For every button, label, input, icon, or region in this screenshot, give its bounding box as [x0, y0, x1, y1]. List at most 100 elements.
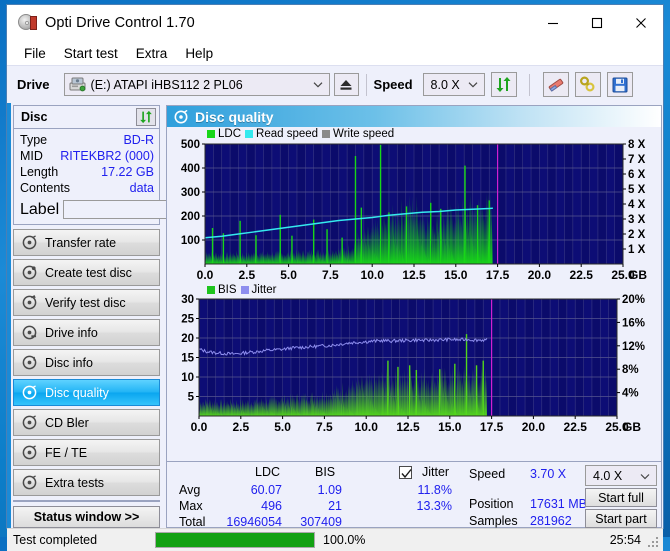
svg-text:5 X: 5 X	[628, 184, 646, 196]
jitter-checkbox[interactable]	[399, 466, 412, 479]
speed-value: 8.0 X	[431, 78, 460, 92]
svg-text:2.5: 2.5	[238, 268, 255, 282]
disc-mid-value: RITEKBR2 (000)	[60, 149, 154, 163]
elapsed-time: 25:54	[610, 533, 641, 547]
menu-start-test[interactable]: Start test	[55, 44, 127, 63]
disc-length-label: Length	[20, 165, 58, 179]
stats-max-ldc: 496	[232, 499, 282, 513]
disc-icon	[22, 355, 37, 370]
toolbar-divider-1	[366, 74, 367, 96]
stats-speed-value: 3.70 X	[530, 467, 566, 481]
eject-button[interactable]	[334, 73, 359, 96]
svg-text:10.0: 10.0	[355, 420, 379, 434]
svg-text:22.5: 22.5	[570, 268, 594, 282]
legend-label-read-speed: Read speed	[256, 128, 318, 140]
drive-value: (E:) ATAPI iHBS112 2 PL06	[91, 78, 243, 92]
progress-percent: 100.0%	[323, 533, 365, 547]
start-full-button[interactable]: Start full	[585, 488, 657, 507]
svg-text:12.5: 12.5	[396, 420, 420, 434]
svg-text:5.0: 5.0	[280, 268, 297, 282]
svg-text:20.0: 20.0	[522, 420, 546, 434]
progress-fill	[156, 533, 314, 547]
stats-row-total-label: Total	[179, 515, 205, 529]
sidebar-item-create-test-disc[interactable]: Create test disc	[13, 259, 160, 286]
desktop-background: Opti Drive Control 1.70 File Start test …	[0, 0, 670, 537]
sidebar-item-verify-test-disc[interactable]: Verify test disc	[13, 289, 160, 316]
disc-icon	[22, 265, 37, 280]
drive-select[interactable]: (E:) ATAPI iHBS112 2 PL06	[64, 73, 330, 96]
chart2-plot[interactable]: 510152025304%8%12%16%20%0.02.55.07.510.0…	[167, 284, 661, 436]
speed-select[interactable]: 8.0 X	[423, 73, 485, 96]
maximize-button[interactable]	[575, 5, 619, 41]
sidebar-item-cd-bler[interactable]: CD Bler	[13, 409, 160, 436]
minimize-button[interactable]	[531, 5, 575, 41]
svg-text:GB: GB	[629, 268, 647, 282]
save-button[interactable]	[607, 72, 633, 97]
disc-icon	[22, 235, 37, 250]
test-speed-value: 4.0 X	[593, 469, 622, 483]
disc-quality-panel: Disc quality LDC Read speed	[166, 105, 662, 462]
svg-text:15.0: 15.0	[438, 420, 462, 434]
sidebar-item-disc-info[interactable]: Disc info	[13, 349, 160, 376]
erase-button[interactable]	[543, 72, 569, 97]
chevron-down-icon	[640, 473, 650, 480]
svg-text:7.5: 7.5	[316, 420, 333, 434]
legend-swatch-ldc	[207, 130, 215, 138]
legend-label-ldc: LDC	[218, 128, 241, 140]
wrench-icon	[579, 76, 596, 93]
resize-grip[interactable]	[648, 537, 660, 549]
stats-avg-bis: 1.09	[292, 483, 342, 497]
stats-col-ldc: LDC	[255, 465, 280, 479]
disc-icon	[22, 415, 37, 430]
svg-text:10: 10	[181, 372, 194, 384]
stats-panel: LDC BIS Jitter Avg 60.07 1.09 11.8% Max …	[166, 462, 662, 528]
sidebar-item-disc-quality[interactable]: Disc quality	[13, 379, 160, 406]
refresh-button[interactable]	[491, 72, 517, 97]
sidebar-item-drive-info[interactable]: Drive info	[13, 319, 160, 346]
sidebar-item-transfer-rate[interactable]: Transfer rate	[13, 229, 160, 256]
menu-help[interactable]: Help	[176, 44, 222, 63]
svg-text:8 X: 8 X	[628, 139, 646, 151]
app-body: Disc Type BD-R MID RITE	[7, 103, 663, 528]
app-window: Opti Drive Control 1.70 File Start test …	[6, 4, 664, 529]
svg-text:15.0: 15.0	[444, 268, 468, 282]
disc-row-length: Length 17.22 GB	[20, 164, 154, 180]
stats-total-bis: 307409	[287, 515, 342, 529]
window-controls	[531, 5, 663, 41]
sidebar-item-fe-te[interactable]: FE / TE	[13, 439, 160, 466]
status-bar: Test completed 100.0% 25:54	[7, 528, 663, 551]
stats-samples-label: Samples	[469, 514, 518, 528]
svg-text:20%: 20%	[622, 294, 645, 306]
disc-icon	[22, 475, 37, 490]
sidebar-item-extra-tests[interactable]: Extra tests	[13, 469, 160, 496]
stats-position-label: Position	[469, 497, 513, 511]
menu-extra[interactable]: Extra	[127, 44, 177, 63]
tools-button[interactable]	[575, 72, 601, 97]
disc-type-label: Type	[20, 133, 47, 147]
svg-text:30: 30	[181, 294, 194, 306]
disc-refresh-button[interactable]	[136, 108, 156, 126]
close-button[interactable]	[619, 5, 663, 41]
charts-area: LDC Read speed Write speed 1002003	[167, 127, 661, 461]
disc-length-value: 17.22 GB	[101, 165, 154, 179]
svg-text:17.5: 17.5	[486, 268, 510, 282]
status-window-button[interactable]: Status window >>	[13, 506, 160, 528]
chart1-plot[interactable]: 1002003004005001 X2 X3 X4 X5 X6 X7 X8 X0…	[167, 127, 661, 284]
svg-text:100: 100	[181, 235, 200, 247]
svg-text:0.0: 0.0	[191, 420, 208, 434]
svg-text:7 X: 7 X	[628, 154, 646, 166]
disc-info-panel: Disc Type BD-R MID RITE	[13, 105, 160, 225]
svg-text:20: 20	[181, 333, 194, 345]
disc-panel-title: Disc	[21, 110, 47, 124]
start-part-button[interactable]: Start part	[585, 509, 657, 528]
stats-row-max-label: Max	[179, 499, 203, 513]
chart1-legend: LDC Read speed Write speed	[207, 128, 394, 140]
test-speed-select[interactable]: 4.0 X	[585, 465, 657, 486]
svg-text:1 X: 1 X	[628, 244, 646, 256]
menu-file[interactable]: File	[15, 44, 55, 63]
stats-col-bis: BIS	[315, 465, 335, 479]
chart-disc-quality-bis-jitter: BIS Jitter 510152025304%8%12%16%20%0.02.…	[167, 284, 661, 436]
svg-text:4%: 4%	[622, 388, 639, 400]
eject-icon	[339, 78, 353, 91]
stats-avg-ldc: 60.07	[232, 483, 282, 497]
